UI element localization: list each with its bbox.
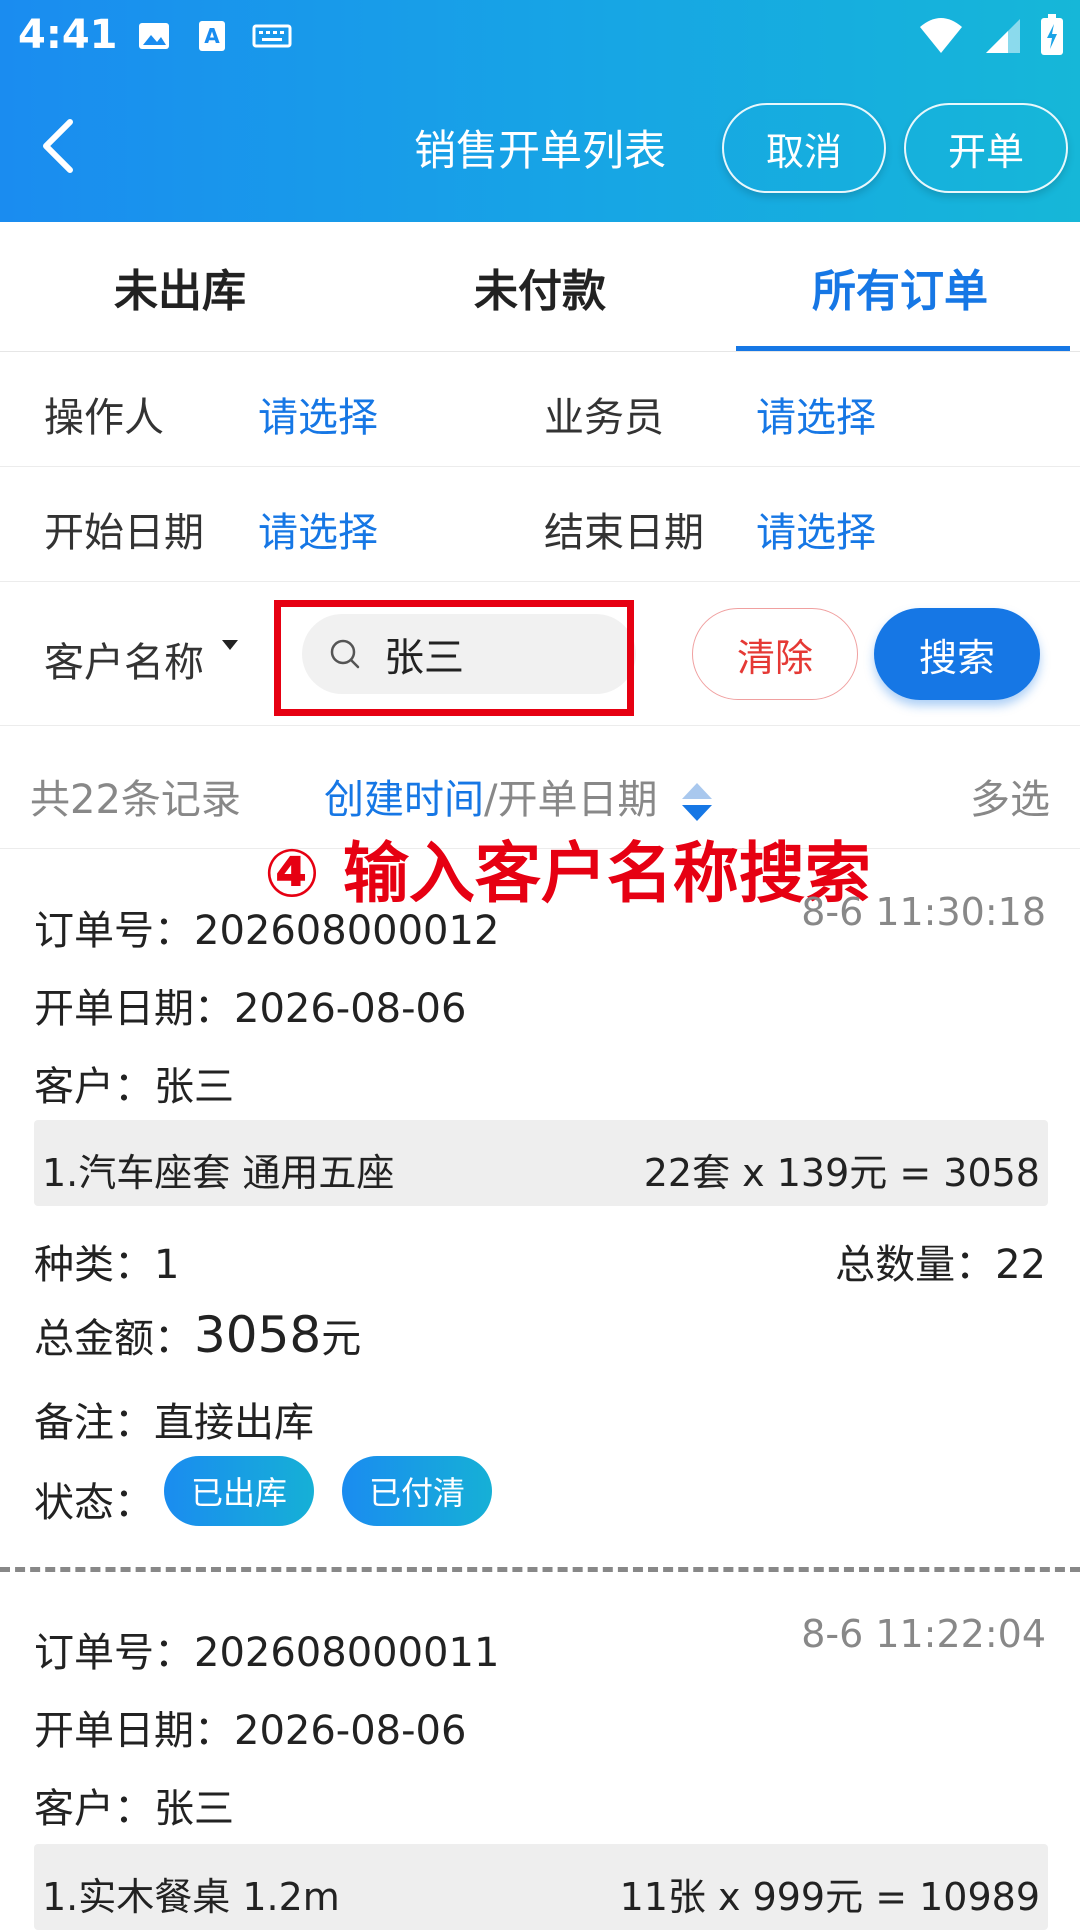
order-item: 1.实木餐桌 1.2m 11张 x 999元 = 10989 (34, 1844, 1048, 1930)
end-date-select[interactable]: 请选择 (756, 500, 876, 558)
clear-button[interactable]: 清除 (692, 608, 858, 700)
record-count: 共22条记录 (30, 777, 241, 823)
amount-label: 总金额： (34, 1316, 194, 1362)
item-calc: 22套 x 139元 = 3058 (643, 1151, 1040, 1195)
sort-order-date[interactable]: 开单日期 (497, 777, 657, 823)
amount-unit: 元 (321, 1316, 362, 1362)
tab-not-shipped[interactable]: 未出库 (0, 222, 360, 352)
start-date-label: 开始日期 (44, 510, 204, 556)
tab-bar: 未出库 未付款 所有订单 (0, 222, 1080, 352)
search-field-dropdown[interactable]: 客户名称 (44, 630, 239, 688)
item-name: 1.汽车座套 通用五座 (42, 1151, 395, 1195)
end-date-label: 结束日期 (544, 510, 704, 556)
wifi-icon (920, 18, 962, 53)
start-date-select[interactable]: 请选择 (258, 500, 378, 558)
order-time: 8-6 11:30:18 (801, 890, 1046, 934)
order-status-label: 状态： (34, 1480, 154, 1526)
order-kinds: 种类：1 (34, 1242, 180, 1288)
order-number: 订单号：202608000011 (34, 1630, 500, 1676)
multi-select-toggle[interactable]: 多选 (970, 767, 1050, 825)
item-name: 1.实木餐桌 1.2m (42, 1875, 340, 1919)
caret-down-icon (221, 640, 238, 650)
battery-icon (1041, 14, 1063, 55)
font-icon: A (199, 21, 225, 51)
order-item: 1.汽车座套 通用五座 22套 x 139元 = 3058 (34, 1120, 1048, 1206)
signal-icon (986, 19, 1020, 53)
status-badge-shipped: 已出库 (164, 1456, 314, 1526)
order-date: 开单日期：2026-08-06 (34, 986, 467, 1032)
order-note: 备注：直接出库 (34, 1400, 314, 1446)
operator-select[interactable]: 请选择 (258, 385, 378, 443)
status-notification-icons: A (136, 18, 292, 54)
search-field-label: 客户名称 (44, 640, 204, 686)
svg-text:A: A (204, 24, 220, 48)
operator-label: 操作人 (44, 395, 164, 441)
search-row: 客户名称 张三 清除 搜索 (0, 582, 1080, 726)
salesman-select[interactable]: 请选择 (756, 385, 876, 443)
search-button[interactable]: 搜索 (874, 608, 1040, 700)
active-tab-indicator (736, 346, 1070, 351)
order-divider (0, 1567, 1080, 1572)
keyboard-icon (252, 24, 292, 48)
tab-all-orders[interactable]: 所有订单 (720, 222, 1080, 352)
order-number: 订单号：202608000012 (34, 908, 500, 954)
back-arrow-icon[interactable] (36, 116, 80, 176)
amount-value: 3058 (194, 1306, 322, 1364)
page-title: 销售开单列表 (413, 126, 666, 175)
create-order-button[interactable]: 开单 (904, 103, 1068, 193)
sort-created-time[interactable]: 创建时间 (324, 777, 484, 823)
app-header: 4:41 A 销售开单列表 取消 开单 (0, 0, 1080, 222)
sort-icon (682, 783, 713, 821)
order-total-qty: 总数量：22 (835, 1242, 1046, 1288)
order-amount: 总金额：3058元 (34, 1306, 361, 1364)
order-customer: 客户：张三 (34, 1064, 234, 1110)
item-calc: 11张 x 999元 = 10989 (619, 1875, 1040, 1919)
highlight-box (274, 600, 634, 716)
tab-unpaid[interactable]: 未付款 (360, 222, 720, 352)
salesman-label: 业务员 (544, 395, 664, 441)
order-card[interactable]: 订单号：202608000012 8-6 11:30:18 开单日期：2026-… (0, 850, 1080, 1570)
sort-control[interactable]: 创建时间/开单日期 (324, 767, 714, 825)
status-system-icons (918, 14, 1064, 56)
filter-row-people: 操作人 请选择 业务员 请选择 (0, 353, 1080, 467)
order-card[interactable]: 订单号：202608000011 8-6 11:22:04 开单日期：2026-… (0, 1574, 1080, 1930)
order-date: 开单日期：2026-08-06 (34, 1708, 467, 1754)
cancel-button[interactable]: 取消 (722, 103, 886, 193)
filter-row-dates: 开始日期 请选择 结束日期 请选择 (0, 468, 1080, 582)
status-badge-paid: 已付清 (342, 1456, 492, 1526)
status-time: 4:41 (18, 12, 118, 58)
image-icon (139, 23, 169, 49)
order-customer: 客户：张三 (34, 1786, 234, 1832)
order-time: 8-6 11:22:04 (801, 1612, 1046, 1656)
sort-separator: / (484, 777, 498, 823)
